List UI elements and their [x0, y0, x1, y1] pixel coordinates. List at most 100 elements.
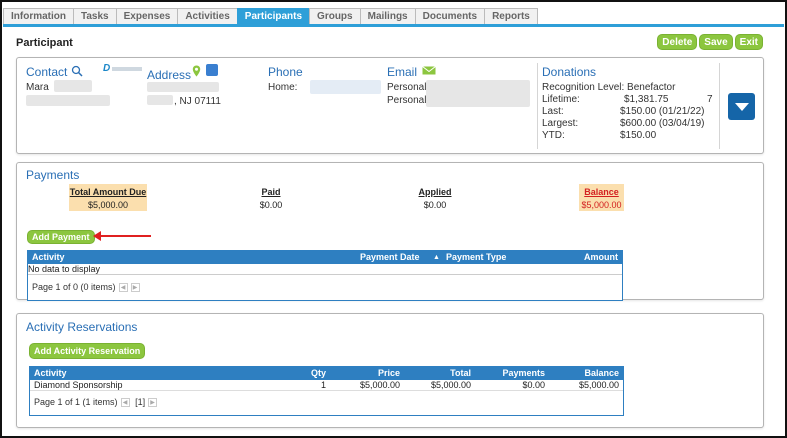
phone-home-redacted	[310, 80, 381, 94]
contact-first-name: Mara	[26, 82, 49, 93]
col-payments[interactable]: Payments	[502, 367, 545, 380]
lifetime-label: Lifetime:	[542, 94, 580, 105]
reservations-pager-text: Page 1 of 1 (1 items)	[34, 397, 118, 407]
ytd-value: $150.00	[620, 130, 657, 141]
search-icon[interactable]	[71, 65, 83, 77]
applied-label: Applied	[418, 187, 452, 197]
contact-heading: Contact	[26, 65, 68, 79]
col-activity[interactable]: Activity	[34, 367, 67, 380]
address-state-zip: , NJ 07111	[174, 96, 221, 107]
header-actions: Delete Save Exit	[657, 34, 763, 50]
map-pin-icon[interactable]	[192, 65, 201, 77]
contact-company-redacted	[26, 95, 110, 106]
pointer-arrow-icon	[93, 231, 151, 241]
col-balance[interactable]: Balance	[584, 367, 619, 380]
cell-activity: Diamond Sponsorship	[34, 380, 123, 390]
activity-reservations-panel: Activity Reservations Add Activity Reser…	[16, 313, 764, 428]
col-price[interactable]: Price	[378, 367, 400, 380]
lifetime-value: $1,381.75	[624, 94, 669, 105]
tab-reports[interactable]: Reports	[484, 8, 538, 25]
next-page-icon[interactable]: ▶	[148, 398, 158, 408]
paid-label: Paid	[261, 187, 281, 197]
col-total[interactable]: Total	[450, 367, 471, 380]
donations-divider	[537, 63, 538, 149]
current-page-indicator[interactable]: [1]	[135, 397, 145, 407]
email-addresses-redacted	[426, 80, 530, 107]
donor-logo-mark	[112, 67, 142, 71]
tab-information[interactable]: Information	[3, 8, 74, 25]
contact-last-name-redacted	[54, 80, 92, 92]
address-city-redacted	[147, 95, 173, 105]
col-payment-type[interactable]: Payment Type	[446, 251, 506, 264]
cell-total: $5,000.00	[430, 380, 471, 390]
empty-message: No data to display	[28, 264, 101, 274]
col-amount[interactable]: Amount	[584, 251, 618, 264]
tab-bar: Information Tasks Expenses Activities Pa…	[3, 8, 538, 25]
paid-value: $0.00	[259, 200, 283, 210]
col-payment-date[interactable]: Payment Date	[360, 251, 420, 264]
largest-donation-value: $600.00 (03/04/19)	[620, 118, 705, 129]
balance-value: $5,000.00	[581, 200, 622, 210]
col-qty[interactable]: Qty	[311, 367, 326, 380]
phone-home-label: Home:	[268, 82, 298, 93]
tab-participants[interactable]: Participants	[236, 8, 311, 25]
next-page-icon[interactable]: ▶	[130, 283, 140, 293]
exit-button[interactable]: Exit	[734, 34, 763, 50]
paid-summary: Paid $0.00	[236, 184, 306, 211]
participant-info-panel: Contact D Mara Address , NJ 07111 Phone …	[16, 57, 764, 154]
sort-icon[interactable]: ▲	[433, 251, 440, 264]
cell-payments: $0.00	[522, 380, 545, 390]
tab-underline	[3, 24, 784, 27]
balance-label: Balance	[584, 187, 619, 197]
lifetime-count: 7	[707, 94, 713, 105]
payments-grid: Activity Payment Date ▲ Payment Type Amo…	[27, 250, 623, 301]
tab-groups[interactable]: Groups	[309, 8, 361, 25]
last-donation-value: $150.00 (01/21/22)	[620, 106, 705, 117]
prev-page-icon[interactable]: ◀	[118, 283, 128, 293]
email-heading: Email	[387, 65, 418, 79]
ytd-label: YTD:	[542, 130, 565, 141]
email-envelope-icon[interactable]	[422, 66, 436, 75]
tab-tasks[interactable]: Tasks	[73, 8, 117, 25]
add-payment-button[interactable]: Add Payment	[27, 230, 95, 244]
email-personal-label-1: Personal:	[387, 82, 430, 93]
address-heading: Address	[147, 68, 192, 82]
save-button[interactable]: Save	[699, 34, 733, 50]
address-street-redacted	[147, 82, 219, 92]
tab-activities[interactable]: Activities	[177, 8, 238, 25]
payments-grid-header: Activity Payment Date ▲ Payment Type Amo…	[28, 251, 622, 264]
payments-pager: Page 1 of 0 (0 items) ◀ ▶	[32, 282, 140, 293]
cell-balance: $5,000.00	[578, 380, 619, 390]
add-activity-reservation-button[interactable]: Add Activity Reservation	[29, 343, 146, 359]
reservations-pager: Page 1 of 1 (1 items) ◀ [1] ▶	[34, 397, 158, 408]
applied-value: $0.00	[423, 200, 447, 210]
expand-dropdown-button[interactable]	[728, 93, 755, 120]
reservations-grid: Activity Qty Price Total Payments Balanc…	[29, 366, 624, 416]
phone-heading: Phone	[268, 65, 303, 79]
recognition-level: Recognition Level: Benefactor	[542, 82, 676, 93]
last-donation-label: Last:	[542, 106, 564, 117]
tab-documents[interactable]: Documents	[414, 8, 486, 25]
payments-panel: Payments Total Amount Due $5,000.00 Paid…	[16, 162, 764, 301]
delete-button[interactable]: Delete	[657, 34, 698, 50]
balance-summary: Balance $5,000.00	[579, 184, 624, 211]
prev-page-icon[interactable]: ◀	[120, 398, 130, 408]
applied-summary: Applied $0.00	[400, 184, 470, 211]
cell-price: $5,000.00	[359, 380, 400, 390]
map-link-icon[interactable]	[206, 64, 218, 76]
payments-pager-text: Page 1 of 0 (0 items)	[32, 282, 116, 292]
payments-empty-row: No data to display	[28, 264, 622, 275]
tab-expenses[interactable]: Expenses	[115, 8, 179, 25]
table-row[interactable]: Diamond Sponsorship 1 $5,000.00 $5,000.0…	[30, 380, 623, 391]
donor-logo: D	[103, 63, 111, 74]
actions-divider	[719, 63, 720, 149]
reservations-heading: Activity Reservations	[26, 320, 138, 334]
largest-donation-label: Largest:	[542, 118, 579, 129]
reservations-grid-header: Activity Qty Price Total Payments Balanc…	[30, 367, 623, 380]
total-amount-due: Total Amount Due $5,000.00	[69, 184, 147, 211]
email-personal-label-2: Personal:	[387, 95, 430, 106]
tab-mailings[interactable]: Mailings	[359, 8, 416, 25]
total-amount-due-value: $5,000.00	[87, 200, 129, 210]
col-activity[interactable]: Activity	[32, 251, 65, 264]
total-amount-due-label: Total Amount Due	[69, 187, 147, 197]
